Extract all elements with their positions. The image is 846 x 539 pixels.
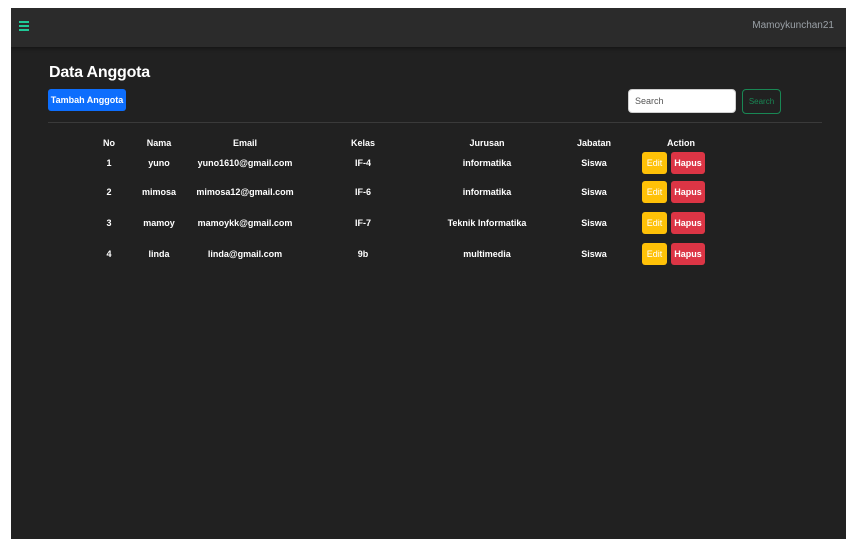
divider bbox=[48, 122, 822, 123]
cell-kelas: IF-7 bbox=[354, 217, 371, 228]
cell-nama: mimosa bbox=[141, 186, 176, 197]
search-input[interactable] bbox=[628, 89, 736, 113]
search-button[interactable]: Search bbox=[742, 89, 781, 114]
cell-email: mamoykk@gmail.com bbox=[197, 217, 293, 228]
cell-email: yuno1610@gmail.com bbox=[197, 158, 293, 168]
cell-email: linda@gmail.com bbox=[207, 248, 283, 259]
table-row: 1 yuno yuno1610@gmail.com IF-4 informati… bbox=[86, 150, 726, 176]
column-header-nama: Nama bbox=[146, 138, 172, 148]
top-navbar: Mamoykunchan21 bbox=[11, 8, 846, 47]
menu-icon-bar bbox=[19, 25, 29, 27]
cell-jurusan: informatika bbox=[462, 158, 512, 168]
cell-email: mimosa12@gmail.com bbox=[196, 186, 294, 197]
cell-kelas: 9b bbox=[357, 248, 369, 259]
delete-button[interactable]: Hapus bbox=[671, 180, 705, 203]
cell-nama: linda bbox=[148, 248, 170, 259]
edit-button[interactable]: Edit bbox=[642, 242, 667, 265]
edit-button[interactable]: Edit bbox=[642, 211, 667, 234]
hamburger-menu-icon[interactable] bbox=[19, 21, 29, 31]
menu-icon-bar bbox=[19, 29, 29, 31]
cell-action: Edit Hapus bbox=[636, 176, 726, 207]
table-row: 2 mimosa mimosa12@gmail.com IF-6 informa… bbox=[86, 176, 726, 207]
cell-kelas: IF-4 bbox=[354, 158, 371, 168]
cell-jurusan: Teknik Informatika bbox=[447, 217, 527, 228]
edit-button[interactable]: Edit bbox=[642, 152, 667, 174]
cell-nama: yuno bbox=[148, 158, 170, 168]
cell-jabatan: Siswa bbox=[581, 186, 607, 197]
delete-button[interactable]: Hapus bbox=[671, 242, 705, 265]
column-header-jurusan: Jurusan bbox=[469, 138, 505, 148]
members-table: No Nama Email Kelas Jurusan Jabatan Acti… bbox=[86, 136, 726, 269]
column-header-no: No bbox=[103, 138, 115, 148]
table-row: 4 linda linda@gmail.com 9b multimedia Si… bbox=[86, 238, 726, 269]
cell-nama: mamoy bbox=[143, 217, 175, 228]
table-header-row: No Nama Email Kelas Jurusan Jabatan Acti… bbox=[86, 136, 726, 150]
cell-action: Edit Hapus bbox=[636, 150, 726, 176]
cell-no: 3 bbox=[106, 217, 112, 228]
app-window: Mamoykunchan21 Data Anggota Tambah Anggo… bbox=[11, 8, 846, 539]
user-menu[interactable]: Mamoykunchan21 bbox=[752, 20, 834, 31]
cell-no: 4 bbox=[106, 248, 112, 259]
cell-action: Edit Hapus bbox=[636, 238, 726, 269]
column-header-email: Email bbox=[232, 138, 257, 148]
cell-no: 2 bbox=[106, 186, 112, 197]
cell-jurusan: multimedia bbox=[463, 248, 511, 259]
cell-jurusan: informatika bbox=[462, 186, 512, 197]
cell-jabatan: Siswa bbox=[581, 158, 607, 168]
column-header-kelas: Kelas bbox=[350, 138, 376, 148]
menu-icon-bar bbox=[19, 21, 29, 23]
table-row: 3 mamoy mamoykk@gmail.com IF-7 Teknik In… bbox=[86, 207, 726, 238]
delete-button[interactable]: Hapus bbox=[671, 152, 705, 174]
page-title: Data Anggota bbox=[49, 64, 151, 81]
column-header-jabatan: Jabatan bbox=[576, 138, 611, 148]
cell-no: 1 bbox=[106, 158, 112, 168]
cell-jabatan: Siswa bbox=[581, 217, 607, 228]
column-header-action: Action bbox=[667, 138, 695, 148]
cell-kelas: IF-6 bbox=[354, 186, 371, 197]
cell-action: Edit Hapus bbox=[636, 207, 726, 238]
edit-button[interactable]: Edit bbox=[642, 180, 667, 203]
delete-button[interactable]: Hapus bbox=[671, 211, 705, 234]
add-member-button[interactable]: Tambah Anggota bbox=[48, 89, 126, 111]
cell-jabatan: Siswa bbox=[581, 248, 607, 259]
